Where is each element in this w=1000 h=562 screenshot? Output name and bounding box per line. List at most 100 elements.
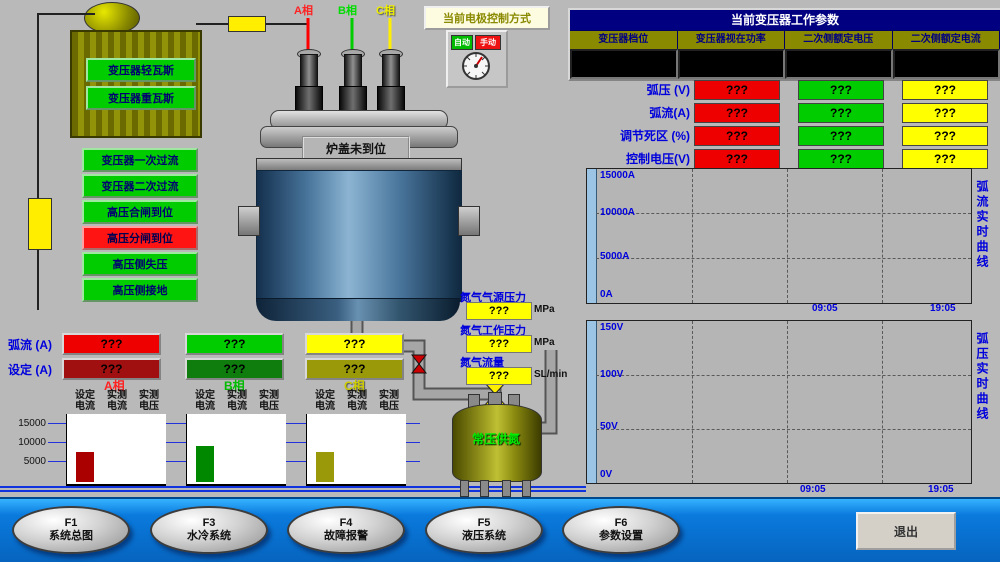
status-hv-close-in-place: 高压合闸到位 — [82, 200, 198, 224]
n2-source-pressure-value: ??? — [466, 302, 532, 320]
n2-work-pressure-value: ??? — [466, 335, 532, 353]
y-tick: 50V — [600, 421, 618, 432]
arc-voltage-chart: 150V 100V 50V 0V — [586, 320, 972, 484]
arc-current-b-value: ??? — [185, 333, 284, 355]
arc-current-row-label: 弧流 (A) — [8, 336, 52, 353]
manual-mode-button[interactable]: 手动 — [475, 35, 501, 50]
control-voltage-b: ??? — [798, 149, 884, 169]
status-hv-open-in-place: 高压分闸到位 — [82, 226, 198, 250]
arc-current-chart: 15000A 10000A 5000A 0A — [586, 168, 972, 304]
tank-leg — [460, 480, 469, 497]
phase-b-set-current-bar — [196, 446, 214, 482]
hdr-set-current: 设定电流 — [72, 390, 98, 414]
arc-voltage-chart-title: 弧压实时曲线 — [974, 332, 991, 472]
furnace-trunnion-left — [238, 206, 260, 236]
y-tick: 5000A — [600, 251, 629, 262]
n2-flow-unit: SL/min — [534, 369, 567, 380]
n2-source-pressure-unit: MPa — [534, 304, 555, 315]
col-secondary-rated-voltage: 二次侧额定电压 — [785, 30, 893, 49]
setpoint-row-label: 设定 (A) — [8, 361, 52, 378]
f4-key: F4 — [340, 517, 353, 530]
control-voltage-c: ??? — [902, 149, 988, 169]
y-tick: 10000A — [600, 207, 635, 218]
exit-button[interactable]: 退出 — [856, 512, 956, 550]
phase-c-set-current-bar — [316, 452, 334, 482]
control-dial-icon — [459, 49, 493, 83]
f1-label: 系统总图 — [49, 530, 93, 543]
deadband-c: ??? — [902, 126, 988, 146]
tank-leg — [522, 480, 531, 497]
control-voltage-label: 控制电压(V) — [572, 150, 690, 166]
f4-label: 故障报警 — [324, 530, 368, 543]
status-secondary-overcurrent: 变压器二次过流 — [82, 174, 198, 198]
phase-a-set-current-bar — [76, 452, 94, 482]
hdr-meas-voltage: 实测电压 — [256, 390, 282, 414]
f5-hydraulic-button[interactable]: F5 液压系统 — [425, 506, 543, 554]
val-apparent-power — [678, 49, 786, 79]
tank-leg — [502, 480, 511, 497]
y-tick: 100V — [600, 369, 623, 380]
hdr-set-current: 设定电流 — [192, 390, 218, 414]
y-tick: 0A — [600, 289, 613, 300]
f5-label: 液压系统 — [462, 530, 506, 543]
phase-c-label: C相 — [376, 2, 395, 18]
col-apparent-power: 变压器视在功率 — [678, 30, 786, 49]
transformer-params-table: 当前变压器工作参数 变压器档位 变压器视在功率 二次侧额定电压 二次侧额定电流 — [568, 8, 1000, 81]
status-primary-overcurrent: 变压器一次过流 — [82, 148, 198, 172]
arc-current-b: ??? — [798, 103, 884, 123]
f3-water-cooling-button[interactable]: F3 水冷系统 — [150, 506, 268, 554]
hmi-screen: 变压器轻瓦斯 变压器重瓦斯 变压器一次过流 变压器二次过流 高压合闸到位 高压分… — [0, 0, 1000, 562]
scale-10000: 10000 — [10, 437, 46, 448]
divider — [0, 486, 586, 488]
n2-work-pressure-unit: MPa — [534, 337, 555, 348]
furnace-shell — [256, 170, 462, 302]
control-voltage-a: ??? — [694, 149, 780, 169]
arc-current-a: ??? — [694, 103, 780, 123]
x-tick: 19:05 — [928, 484, 954, 495]
chart-scale-strip — [587, 321, 597, 483]
arc-voltage-a: ??? — [694, 80, 780, 100]
furnace-cover-status: 炉盖未到位 — [302, 136, 410, 160]
deadband-a: ??? — [694, 126, 780, 146]
hdr-meas-voltage: 实测电压 — [136, 390, 162, 414]
transformer-heavy-gas-indicator: 变压器重瓦斯 — [86, 86, 196, 110]
f4-fault-alarm-button[interactable]: F4 故障报警 — [287, 506, 405, 554]
chart-scale-strip — [587, 169, 597, 303]
f6-label: 参数设置 — [599, 530, 643, 543]
val-tap-position — [570, 49, 678, 79]
y-tick: 15000A — [600, 170, 635, 181]
f1-system-overview-button[interactable]: F1 系统总图 — [12, 506, 130, 554]
y-tick: 0V — [600, 469, 612, 480]
arc-current-c: ??? — [902, 103, 988, 123]
col-tap-position: 变压器档位 — [570, 30, 678, 49]
val-secondary-rated-current — [893, 49, 1000, 79]
f6-key: F6 — [615, 517, 628, 530]
f3-key: F3 — [203, 517, 216, 530]
status-hv-ground: 高压侧接地 — [82, 278, 198, 302]
f6-settings-button[interactable]: F6 参数设置 — [562, 506, 680, 554]
deadband-label: 调节死区 (%) — [572, 127, 690, 143]
transformer-params-title: 当前变压器工作参数 — [570, 10, 1000, 30]
hdr-meas-current: 实测电流 — [104, 390, 130, 414]
arc-current-c-value: ??? — [305, 333, 404, 355]
deadband-b: ??? — [798, 126, 884, 146]
hdr-meas-current: 实测电流 — [224, 390, 250, 414]
auto-mode-button[interactable]: 自动 — [451, 35, 473, 50]
n2-flow-value: ??? — [466, 367, 532, 385]
arc-current-label: 弧流(A) — [572, 104, 690, 120]
bushing — [28, 198, 52, 250]
phase-b-label: B相 — [338, 2, 357, 18]
x-tick: 19:05 — [930, 303, 956, 314]
hdr-meas-voltage: 实测电压 — [376, 390, 402, 414]
col-secondary-rated-current: 二次侧额定电流 — [893, 30, 1000, 49]
arc-voltage-label: 弧压 (V) — [572, 81, 690, 97]
f5-key: F5 — [478, 517, 491, 530]
scale-5000: 5000 — [10, 456, 46, 467]
scale-15000: 15000 — [10, 418, 46, 429]
arc-voltage-b: ??? — [798, 80, 884, 100]
transformer-light-gas-indicator: 变压器轻瓦斯 — [86, 58, 196, 82]
nitrogen-tank-label: 常压供氮 — [456, 430, 536, 446]
f3-label: 水冷系统 — [187, 530, 231, 543]
hdr-meas-current: 实测电流 — [344, 390, 370, 414]
x-tick: 09:05 — [800, 484, 826, 495]
